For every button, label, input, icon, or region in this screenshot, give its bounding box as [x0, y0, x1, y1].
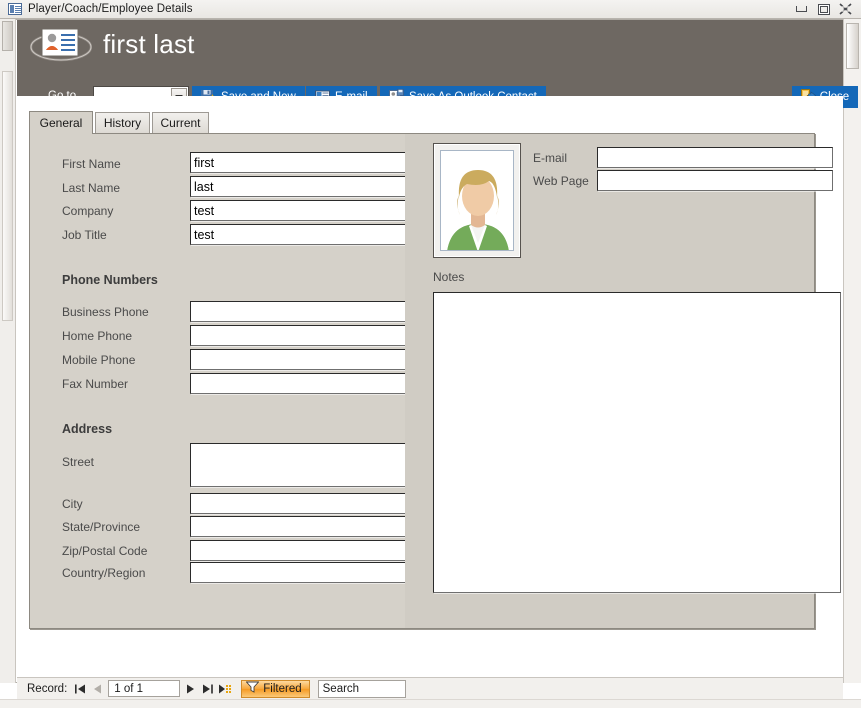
- record-navigation-bar: Record: 1 of 1 Filtered Search: [17, 677, 843, 699]
- window-controls: [794, 2, 853, 16]
- window-title-bar: Player/Coach/Employee Details: [0, 0, 861, 19]
- fax-number-input[interactable]: [190, 373, 408, 394]
- phone-numbers-section-title: Phone Numbers: [62, 273, 158, 287]
- zip-postal-code-label: Zip/Postal Code: [62, 544, 148, 558]
- tab-page-general: First Name first Last Name last Company …: [29, 133, 841, 629]
- minimize-icon[interactable]: [794, 2, 809, 16]
- business-phone-input[interactable]: [190, 301, 408, 322]
- restore-icon[interactable]: [816, 2, 831, 16]
- page-title: first last: [103, 29, 195, 59]
- state-province-label: State/Province: [62, 520, 141, 534]
- window-title: Player/Coach/Employee Details: [28, 3, 193, 15]
- record-label: Record:: [27, 682, 68, 695]
- status-bar-strip: [0, 699, 861, 708]
- form-header: first last Go to Save and New: [17, 20, 858, 108]
- person-placeholder-photo: [440, 150, 514, 251]
- notes-textarea[interactable]: [433, 292, 841, 593]
- next-record-icon[interactable]: [182, 680, 199, 698]
- tab-current-label: Current: [160, 116, 201, 130]
- zip-postal-code-input[interactable]: [190, 540, 408, 561]
- vertical-scrollbar[interactable]: [843, 19, 861, 683]
- first-name-input[interactable]: first: [190, 152, 408, 173]
- left-scroll-thumb[interactable]: [2, 71, 13, 321]
- home-phone-label: Home Phone: [62, 329, 133, 343]
- state-province-input[interactable]: [190, 516, 408, 537]
- country-region-label: Country/Region: [62, 566, 146, 580]
- filtered-button[interactable]: Filtered: [241, 679, 310, 698]
- web-page-label: Web Page: [533, 174, 589, 188]
- country-region-input[interactable]: [190, 562, 408, 583]
- first-name-label: First Name: [62, 157, 121, 171]
- record-position-box[interactable]: 1 of 1: [108, 680, 181, 697]
- tab-history[interactable]: History: [95, 112, 150, 133]
- funnel-icon: [245, 681, 260, 696]
- new-record-icon[interactable]: [216, 680, 233, 698]
- tab-strip: General History Current: [29, 111, 815, 134]
- business-phone-label: Business Phone: [62, 305, 149, 319]
- mobile-phone-input[interactable]: [190, 349, 408, 370]
- left-scroll-strip[interactable]: [0, 19, 16, 683]
- job-title-label: Job Title: [62, 228, 107, 242]
- first-record-icon[interactable]: [72, 680, 89, 698]
- close-icon[interactable]: [838, 2, 853, 16]
- photo-frame[interactable]: [433, 143, 521, 258]
- access-form-window: Player/Coach/Employee Details first last…: [0, 0, 861, 708]
- search-input[interactable]: Search: [317, 679, 406, 698]
- home-phone-input[interactable]: [190, 325, 408, 346]
- mobile-phone-label: Mobile Phone: [62, 353, 136, 367]
- left-form-panel: First Name first Last Name last Company …: [30, 134, 408, 628]
- tab-general-label: General: [39, 116, 83, 130]
- company-input[interactable]: test: [190, 200, 408, 221]
- right-form-panel: E-mail Web Page Notes: [405, 134, 841, 628]
- fax-number-label: Fax Number: [62, 377, 129, 391]
- company-label: Company: [62, 204, 114, 218]
- street-label: Street: [62, 455, 95, 469]
- tab-history-label: History: [103, 116, 142, 130]
- form-view-icon: [8, 3, 22, 15]
- vertical-scrollbar-thumb[interactable]: [846, 23, 859, 69]
- email-label-field: E-mail: [533, 151, 568, 165]
- last-name-input[interactable]: last: [190, 176, 408, 197]
- form-content-area: General History Current First Name first…: [17, 96, 843, 683]
- email-input[interactable]: [597, 147, 833, 168]
- notes-label: Notes: [433, 270, 465, 284]
- web-page-input[interactable]: [597, 170, 833, 191]
- tab-current[interactable]: Current: [152, 112, 209, 133]
- previous-record-icon[interactable]: [89, 680, 106, 698]
- street-input[interactable]: [190, 443, 408, 487]
- city-input[interactable]: [190, 493, 408, 514]
- contact-card-icon: [29, 25, 93, 65]
- left-scroll-thumb-top[interactable]: [2, 21, 13, 51]
- tab-general[interactable]: General: [29, 111, 93, 134]
- record-position-text: 1 of 1: [114, 682, 144, 695]
- last-record-icon[interactable]: [199, 680, 216, 698]
- filtered-label: Filtered: [263, 682, 302, 695]
- last-name-label: Last Name: [62, 181, 121, 195]
- city-label: City: [62, 497, 83, 511]
- address-section-title: Address: [62, 422, 113, 436]
- job-title-input[interactable]: test: [190, 224, 408, 245]
